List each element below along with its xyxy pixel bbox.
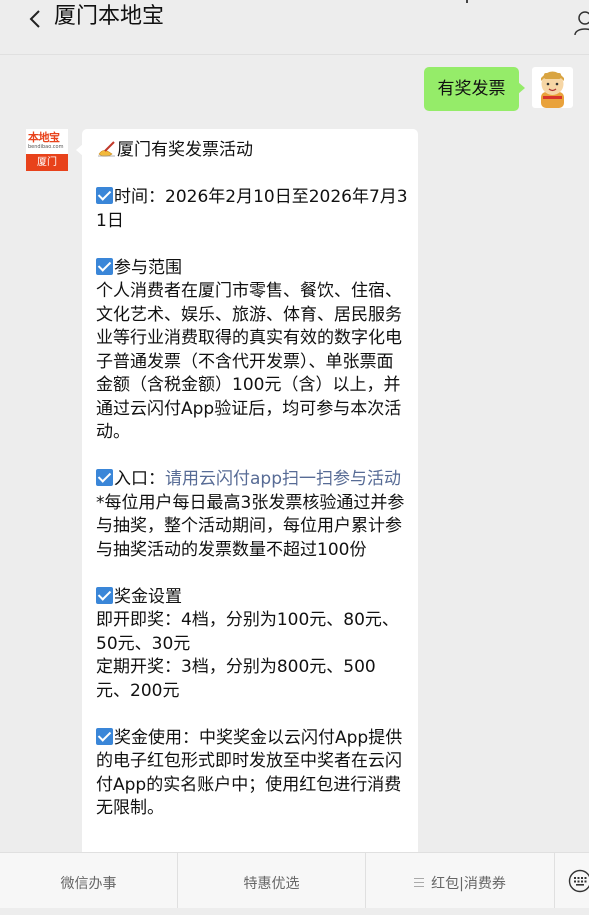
scope-title-line: 参与范围 [96,257,408,281]
user-message-text: 有奖发票 [438,79,506,99]
scope-text: 个人消费者在厦门市零售、餐饮、住宿、文化艺术、娱乐、旅游、体育、居民服务业等行业… [96,280,408,445]
menu-item-red-packet[interactable]: 红包|消费券 [366,853,554,908]
reply-message-bubble[interactable]: 厦门有奖发票活动 时间：2026年2月10日至2026年7月31日 参与范围 个… [82,129,418,889]
time-line: 时间：2026年2月10日至2026年7月31日 [96,186,408,233]
limit-note: *每位用户每日最高3张发票核验通过并参与抽奖，整个活动期间，每位用户累计参与抽奖… [96,492,408,563]
reply-title-line: 厦门有奖发票活动 [96,139,408,163]
menu-item-wechat-service[interactable]: 微信办事 [0,853,177,908]
keyboard-icon[interactable] [568,869,589,893]
user-message-bubble[interactable]: 有奖发票 [424,67,519,111]
header: 厦门本地宝 [0,0,589,55]
logo-text: 本地宝 [28,131,60,144]
account-avatar[interactable]: 本地宝 bendibao.com 厦门 [26,129,68,171]
scope-title: 参与范围 [114,258,182,278]
top-indicator [466,0,468,3]
menu-lines-icon [414,878,424,887]
entry-line: 入口：请用云闪付app扫一扫参与活动 [96,468,408,492]
check-box-icon [96,587,113,604]
reply-title: 厦门有奖发票活动 [117,140,253,160]
check-box-icon [96,258,113,275]
menu-divider [554,853,555,908]
menu-item-label: 微信办事 [61,876,117,892]
check-box-icon [96,728,113,745]
menu-item-label: 特惠优选 [244,876,300,892]
check-box-icon [96,187,113,204]
usage-text: 奖金使用：中奖奖金以云闪付App提供的电子红包形式即时发放至中奖者在云闪付App… [96,728,402,819]
check-box-icon [96,469,113,486]
entry-label: 入口： [114,469,165,489]
bottom-menu: 微信办事 特惠优选 红包|消费券 [0,852,589,908]
logo-top: 本地宝 bendibao.com [26,129,68,154]
user-avatar[interactable] [532,67,573,108]
logo-url: bendibao.com [28,144,66,150]
chevron-left-icon[interactable] [27,8,45,30]
page-title: 厦门本地宝 [54,2,164,32]
menu-item-label: 红包|消费券 [431,876,506,892]
periodic-prize: 定期开奖：3档，分别为800元、500元、200元 [96,656,408,703]
cartoon-monk-avatar-icon [532,67,573,108]
time-label: 时间： [114,187,165,207]
menu-item-deals[interactable]: 特惠优选 [178,853,365,908]
usage-line: 奖金使用：中奖奖金以云闪付App提供的电子红包形式即时发放至中奖者在云闪付App… [96,727,408,821]
writing-hand-icon [96,140,116,157]
prize-title-line: 奖金设置 [96,586,408,610]
instant-prize: 即开即奖：4档，分别为100元、80元、50元、30元 [96,609,408,656]
prize-title: 奖金设置 [114,587,182,607]
user-icon[interactable] [574,10,589,36]
reply-message-content: 厦门有奖发票活动 时间：2026年2月10日至2026年7月31日 参与范围 个… [96,139,408,821]
entry-link[interactable]: 请用云闪付app扫一扫参与活动 [165,469,401,489]
logo-city: 厦门 [26,154,68,171]
